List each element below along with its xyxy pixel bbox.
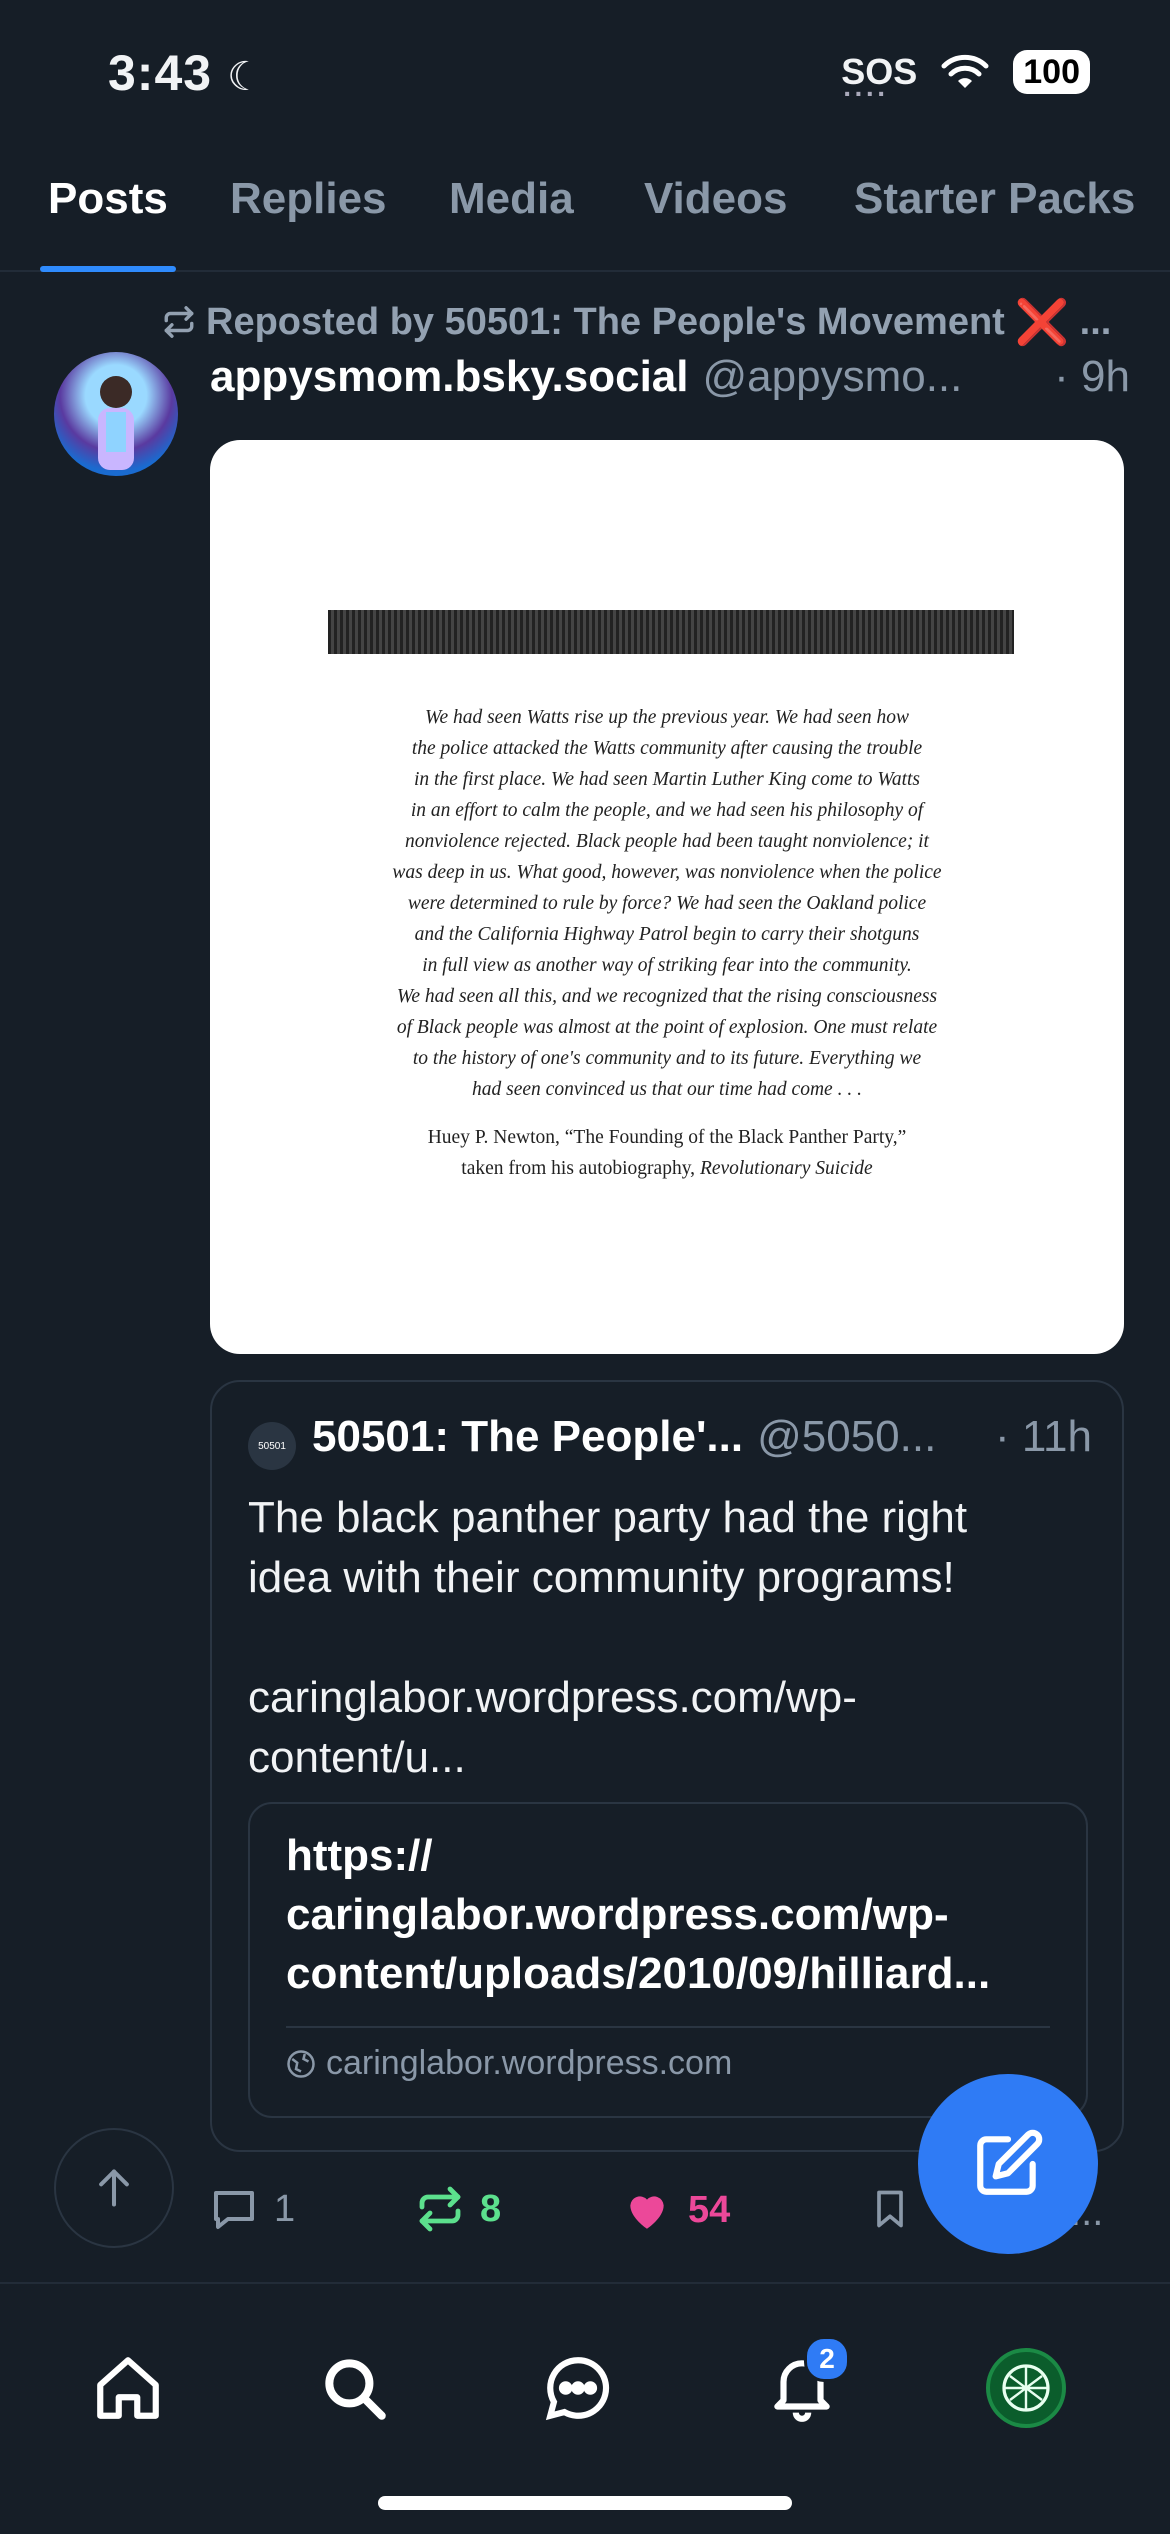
quoted-post[interactable]: 50501 50501: The People'... @5050... · 1… <box>210 1380 1124 2152</box>
quoted-author-name[interactable]: 50501: The People'... <box>312 1412 743 1462</box>
image-attribution-prefix: taken from his autobiography, <box>461 1158 696 1179</box>
repost-count: 8 <box>480 2187 502 2230</box>
nav-notifications[interactable]: 2 <box>762 2336 850 2428</box>
quoted-author-avatar[interactable]: 50501 <box>248 1422 296 1470</box>
tab-starter-packs[interactable]: Starter Packs <box>854 174 1135 224</box>
author-avatar[interactable] <box>54 352 178 476</box>
image-attribution-line2: taken from his autobiography, Revolution… <box>360 1153 974 1184</box>
nav-search[interactable] <box>314 2348 394 2428</box>
tab-media[interactable]: Media <box>449 174 574 224</box>
reply-button[interactable]: 1 <box>210 2185 295 2233</box>
avatar-figure <box>98 376 134 470</box>
link-preview-domain-row: caringlabor.wordpress.com <box>286 2044 732 2083</box>
compose-icon <box>977 2129 1043 2195</box>
home-indicator[interactable] <box>378 2496 792 2510</box>
bookmark-button[interactable] <box>868 2185 912 2233</box>
link-preview-divider <box>286 2026 1050 2028</box>
profile-avatar-icon <box>986 2348 1066 2428</box>
image-quote-text: We had seen Watts rise up the previous y… <box>392 707 942 1100</box>
repost-indicator[interactable]: Reposted by 50501: The People's Movement… <box>162 296 1111 348</box>
redacted-bar <box>328 610 1014 654</box>
image-attribution: Huey P. Newton, “The Founding of the Bla… <box>360 1122 974 1184</box>
bookmark-icon <box>877 2190 903 2228</box>
like-count: 54 <box>688 2188 731 2231</box>
post-header: appysmom.bsky.social @appysmo... · 9h <box>210 352 1130 402</box>
repost-text: Reposted by 50501: The People's Movement <box>206 300 1005 343</box>
status-time: 3:43 ☾ <box>108 45 264 101</box>
nav-profile[interactable] <box>986 2348 1066 2428</box>
profile-tabs: Posts Replies Media Videos Starter Packs <box>0 170 1170 272</box>
sos-indicator: SOS <box>841 54 917 109</box>
post-time[interactable]: · 9h <box>1054 352 1130 402</box>
author-name[interactable]: appysmom.bsky.social <box>210 352 689 402</box>
repost-icon <box>164 306 194 338</box>
quoted-author-handle[interactable]: @5050... <box>757 1412 936 1462</box>
tab-replies[interactable]: Replies <box>230 174 387 224</box>
heart-icon <box>630 2196 664 2229</box>
like-button[interactable]: 54 <box>622 2185 730 2235</box>
arrow-up-icon <box>99 2169 129 2207</box>
link-preview-domain: caringlabor.wordpress.com <box>326 2044 733 2082</box>
link-preview-title: https:// caringlabor.wordpress.com/wp- c… <box>286 1831 991 1998</box>
tab-videos[interactable]: Videos <box>644 174 787 224</box>
nav-home[interactable] <box>88 2348 168 2428</box>
reply-count: 1 <box>274 2187 296 2230</box>
quoted-post-header: 50501: The People'... @5050... · 11h <box>312 1412 1092 1462</box>
repost-truncation: ... <box>1079 300 1112 343</box>
quoted-post-time[interactable]: · 11h <box>995 1412 1092 1462</box>
battery-indicator: 100 <box>1013 50 1090 94</box>
quoted-post-text: The black panther party had the right id… <box>248 1493 968 1782</box>
post-image[interactable]: We had seen Watts rise up the previous y… <box>210 440 1124 1354</box>
home-icon <box>97 2357 159 2419</box>
scroll-to-top-button[interactable] <box>54 2128 174 2248</box>
cross-mark-emoji: ❌ <box>1014 298 1070 347</box>
active-tab-indicator <box>40 266 176 272</box>
author-handle[interactable]: @appysmo... <box>703 352 963 402</box>
tab-posts[interactable]: Posts <box>48 174 168 224</box>
image-attribution-line1: Huey P. Newton, “The Founding of the Bla… <box>427 1127 907 1148</box>
moon-icon: ☾ <box>226 55 264 99</box>
compose-button[interactable] <box>918 2074 1098 2254</box>
bottom-navigation: 2 <box>0 2282 1170 2534</box>
nav-messages[interactable] <box>538 2348 618 2428</box>
link-preview-card[interactable]: https:// caringlabor.wordpress.com/wp- c… <box>248 1802 1088 2118</box>
chat-icon <box>545 2357 610 2421</box>
repost-icon <box>419 2186 461 2232</box>
globe-icon <box>287 2049 315 2078</box>
repost-button[interactable]: 8 <box>416 2185 501 2233</box>
notifications-badge: 2 <box>804 2336 850 2382</box>
comment-icon <box>214 2191 254 2229</box>
search-icon <box>325 2359 386 2420</box>
image-attribution-book: Revolutionary Suicide <box>699 1158 873 1179</box>
status-indicators: SOS 100 <box>841 50 1090 109</box>
wifi-icon <box>941 54 989 88</box>
